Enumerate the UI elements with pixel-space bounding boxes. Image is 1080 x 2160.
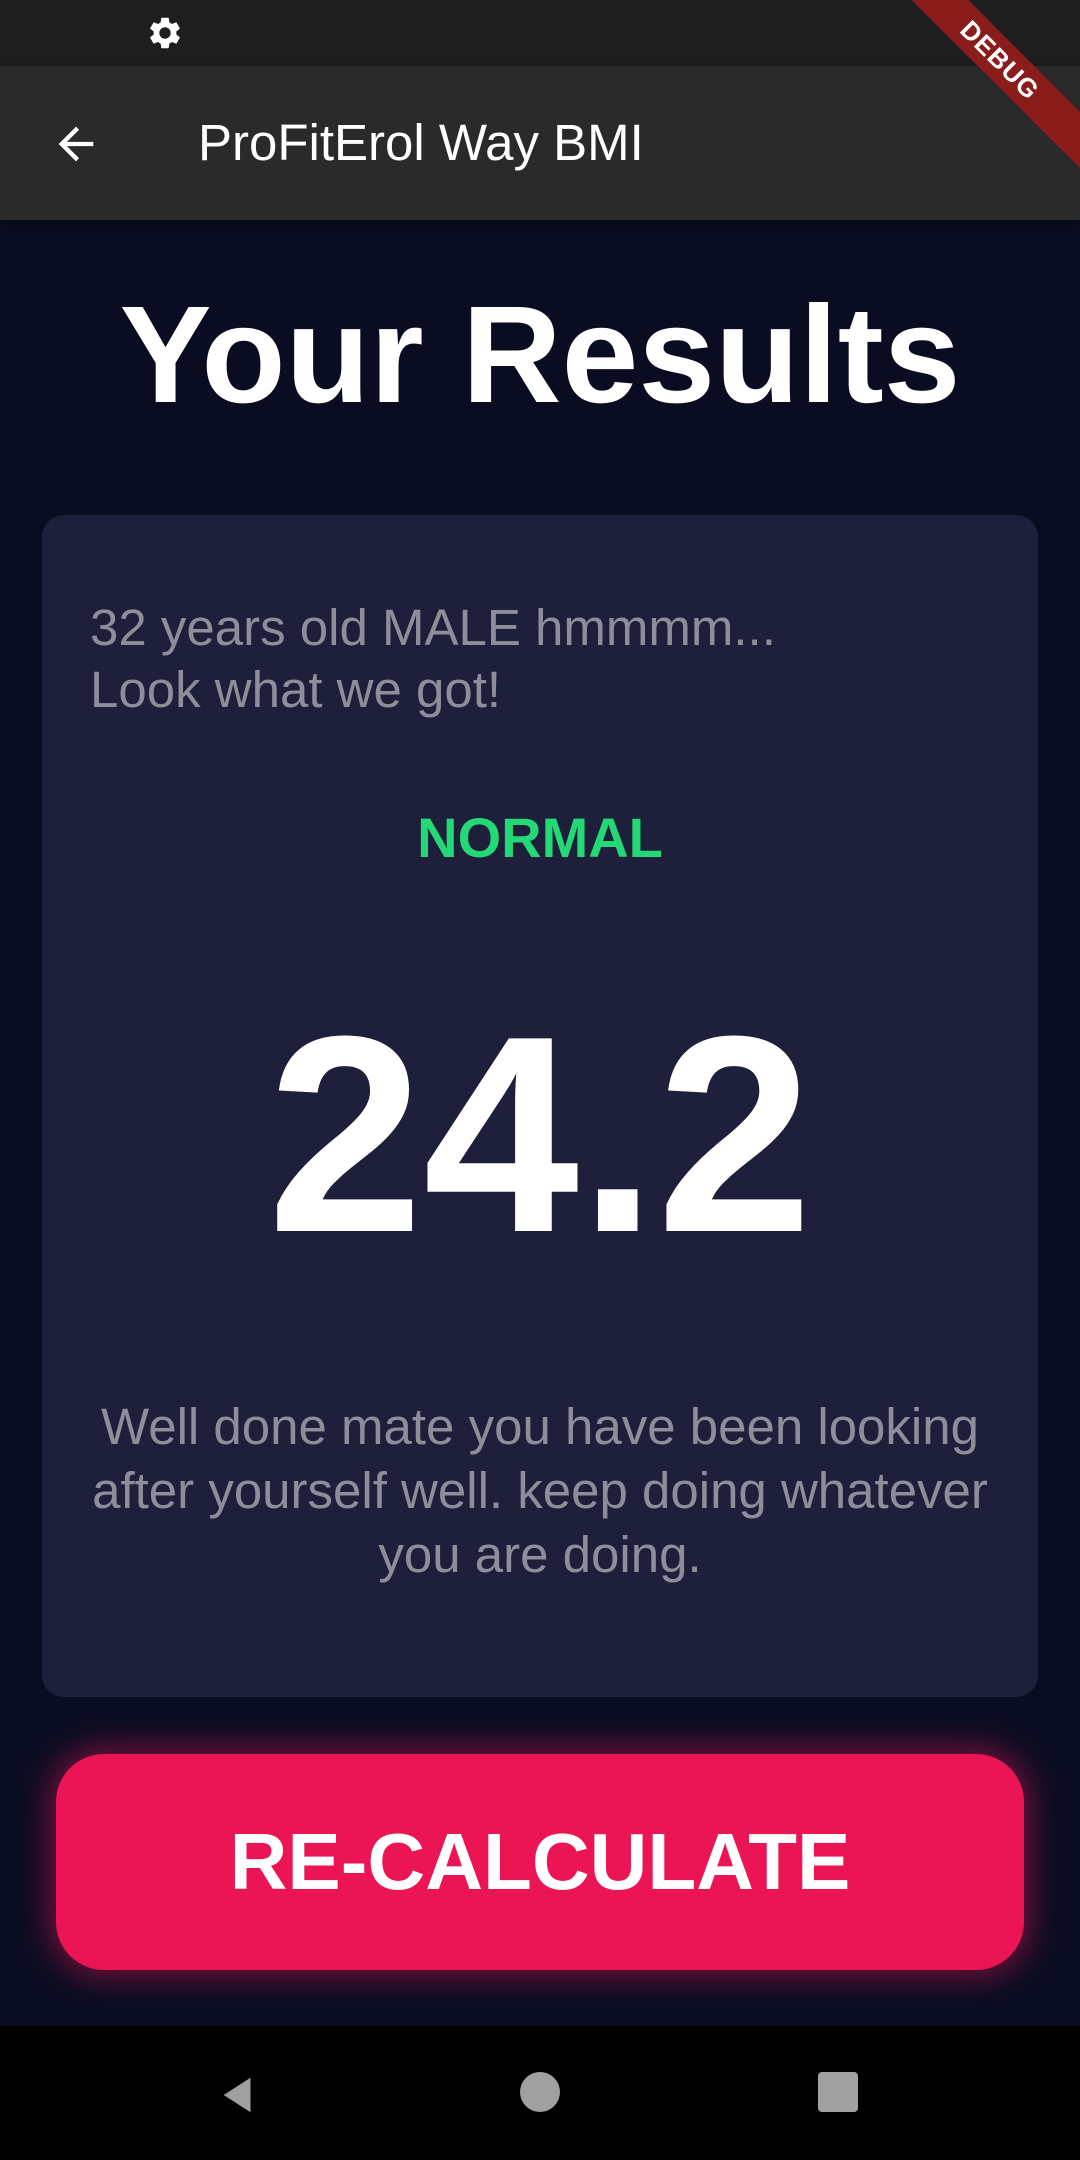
nav-recents-icon[interactable] [818,2072,858,2112]
result-intro-line-1: 32 years old MALE hmmmm... [90,599,776,656]
recalculate-button[interactable]: RE-CALCULATE [56,1754,1024,1970]
app-bar: ProFitErol Way BMI [0,66,1080,220]
bmi-status-label: NORMAL [417,806,663,869]
app-title: ProFitErol Way BMI [198,114,644,171]
page-title: Your Results [119,278,961,432]
results-screen: ProFitErol Way BMI DEBUG Your Results 32… [0,0,1080,2160]
arrow-back-icon [58,126,94,162]
result-intro: 32 years old MALE hmmmm... Look what we … [90,597,990,721]
system-nav-bar [0,2026,1080,2160]
nav-home-icon[interactable] [520,2072,560,2112]
gear-icon [150,17,180,49]
bmi-value: 24.2 [267,979,813,1291]
result-intro-line-2: Look what we got! [90,661,502,718]
result-card: 32 years old MALE hmmmm... Look what we … [42,515,1038,1697]
status-bar [0,0,1080,66]
nav-back-icon[interactable] [216,2072,262,2118]
bmi-advice-text: Well done mate you have been looking aft… [92,1398,988,1583]
back-button[interactable] [38,106,114,182]
